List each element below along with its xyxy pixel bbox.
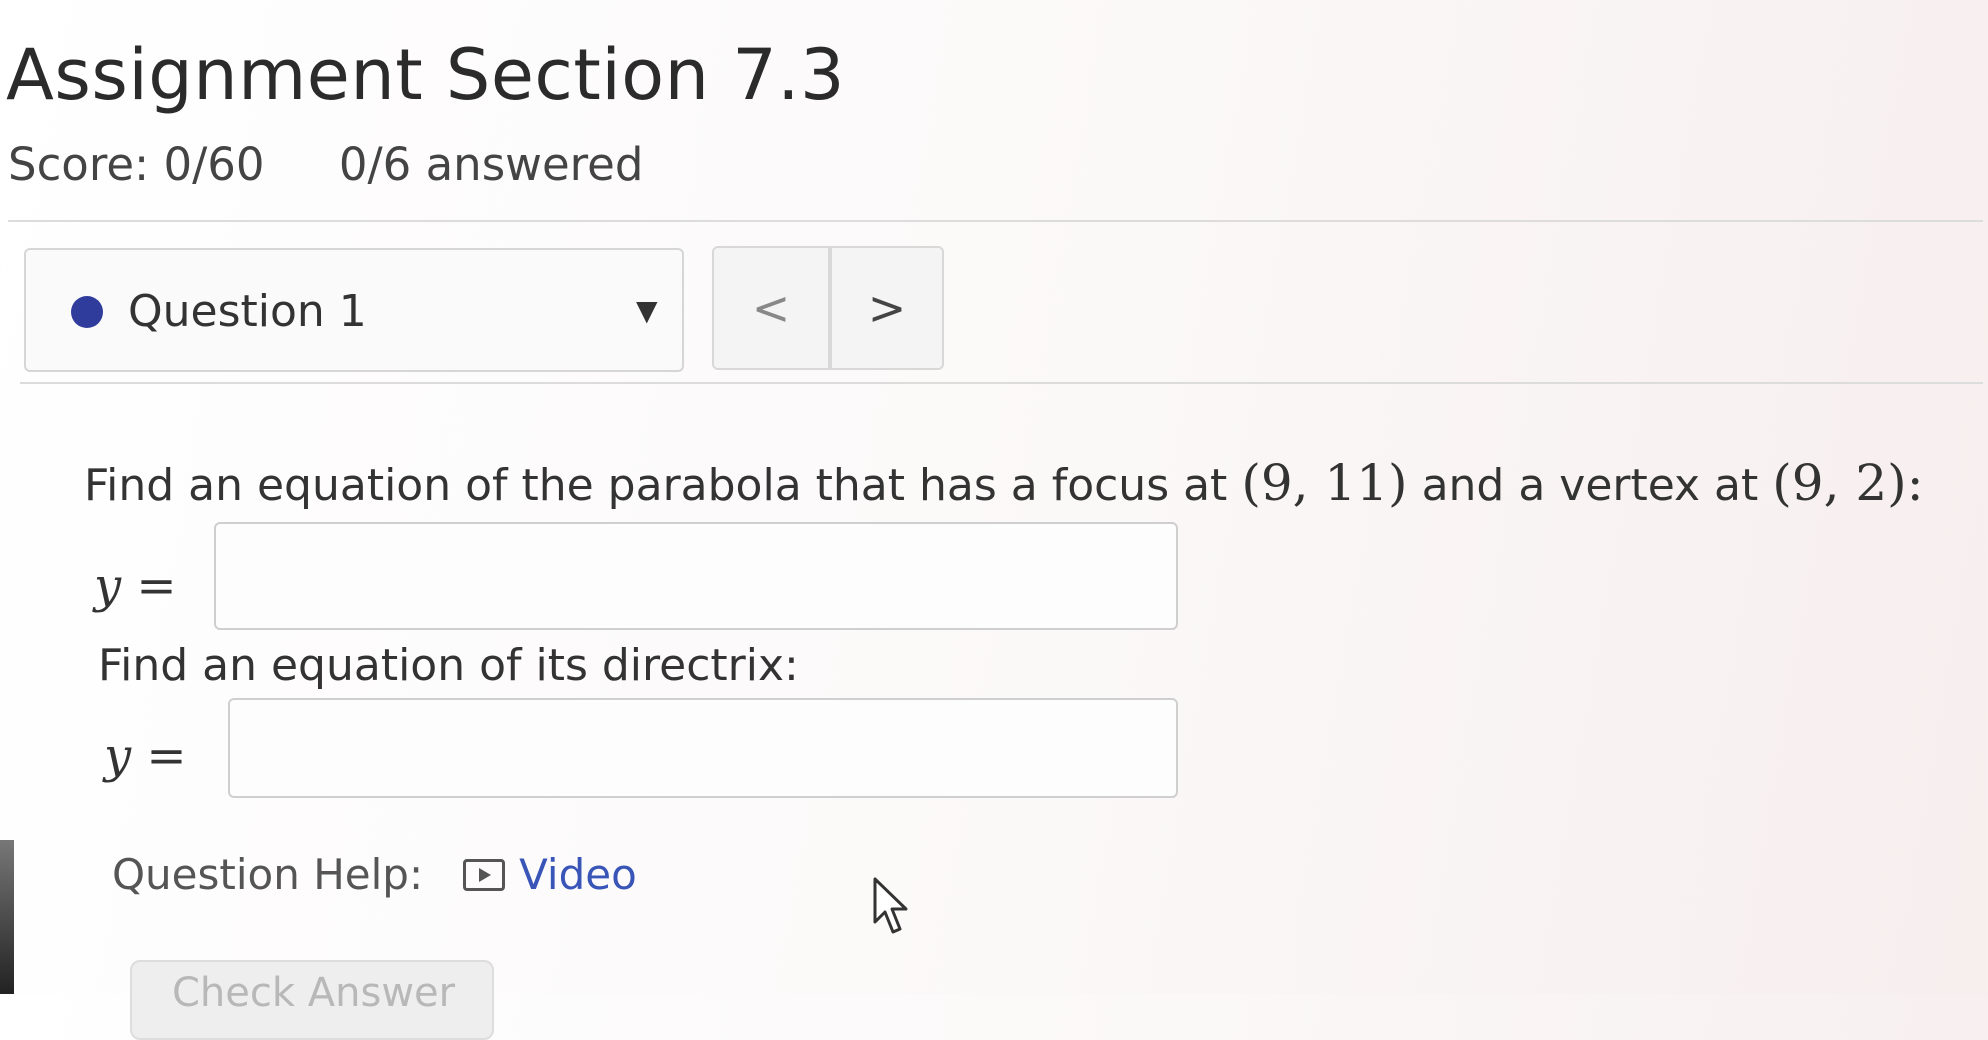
question-status-dot (71, 296, 103, 328)
next-question-button[interactable]: > (830, 246, 944, 370)
caret-down-icon: ▼ (636, 294, 658, 327)
score-line: Score: 0/60 0/6 answered (8, 138, 643, 191)
previous-question-button[interactable]: < (712, 246, 830, 370)
prompt-colon: : (1906, 454, 1924, 512)
question-select-dropdown[interactable]: Question 1 ▼ (24, 248, 684, 372)
directrix-prompt: Find an equation of its directrix: (98, 640, 799, 691)
question-select-label: Question 1 (128, 286, 367, 337)
page-title: Assignment Section 7.3 (6, 34, 846, 116)
question-help-label: Question Help: (112, 850, 424, 899)
screen-bezel-edge (0, 840, 14, 994)
header-divider (8, 220, 1983, 222)
prompt-text-middle: and a vertex at (1421, 460, 1759, 511)
nav-divider (20, 382, 1983, 384)
check-answer-button[interactable]: Check Answer (130, 960, 494, 1040)
question-prompt: Find an equation of the parabola that ha… (84, 454, 1924, 512)
focus-point: (9, 11) (1241, 454, 1408, 512)
video-icon (463, 858, 506, 891)
score-text: Score: 0/60 (8, 138, 265, 191)
video-link-label: Video (519, 850, 637, 899)
prompt-text-start: Find an equation of the parabola that ha… (84, 460, 1228, 511)
vertex-point: (9, 2) (1772, 454, 1907, 512)
video-help-link[interactable]: Video (463, 850, 637, 899)
question-help: Question Help: Video (112, 850, 637, 899)
parabola-equation-label: y = (94, 558, 177, 614)
directrix-equation-label: y = (104, 728, 187, 784)
directrix-equation-input[interactable] (228, 698, 1178, 798)
parabola-equation-input[interactable] (214, 522, 1178, 630)
mouse-pointer-icon (873, 877, 908, 934)
answered-count: 0/6 answered (338, 138, 644, 191)
